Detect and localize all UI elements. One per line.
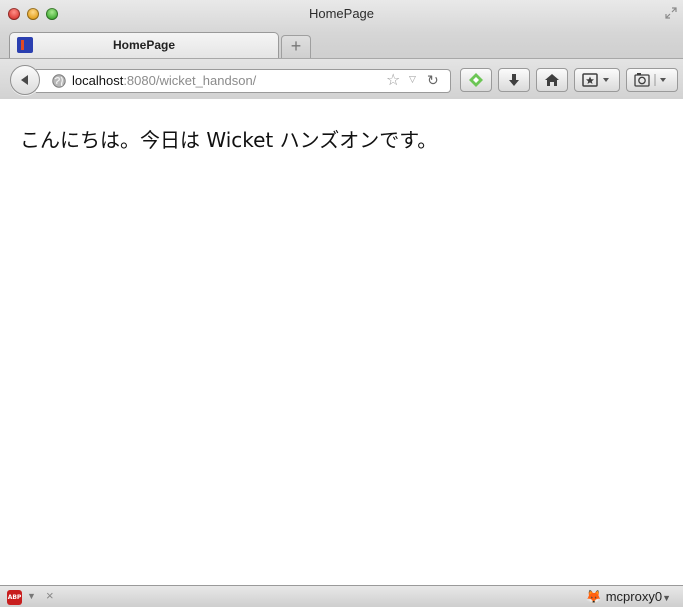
- globe-icon: [52, 74, 66, 88]
- camera-icon: [634, 73, 666, 87]
- back-arrow-icon: [21, 75, 28, 85]
- url-host: localhost: [72, 73, 124, 88]
- proxy-label: mcproxy0: [605, 589, 663, 604]
- browser-window: HomePage HomePage + localhost:8080/wicke…: [0, 0, 683, 607]
- close-add-on-bar-icon[interactable]: ×: [46, 588, 54, 603]
- url-text: localhost:8080/wicket_handson/: [72, 73, 256, 88]
- proxy-selector[interactable]: 🦊 mcproxy0▼: [586, 589, 671, 605]
- url-history-dropdown-icon[interactable]: ▽: [409, 74, 416, 85]
- star-icon[interactable]: ☆: [386, 72, 400, 90]
- fullscreen-icon[interactable]: [665, 7, 677, 19]
- page-content: こんにちは。今日は Wicket ハンズオンです。: [0, 99, 683, 585]
- new-tab-button[interactable]: +: [281, 35, 311, 58]
- greeting-text: こんにちは。今日は Wicket ハンズオンです。: [20, 128, 438, 152]
- reload-icon[interactable]: ↻: [427, 72, 439, 89]
- feedly-icon: [469, 73, 483, 87]
- url-path: :8080/wicket_handson/: [123, 73, 257, 88]
- download-button[interactable]: [498, 68, 530, 92]
- tab-label: HomePage: [112, 38, 176, 52]
- add-on-bar: ABP ▼ × 🦊 mcproxy0▼: [0, 585, 683, 607]
- bookmarks-icon: [582, 73, 609, 87]
- home-button[interactable]: [536, 68, 568, 92]
- window-title: HomePage: [308, 6, 375, 21]
- adblock-dropdown-icon[interactable]: ▼: [27, 591, 36, 601]
- back-button[interactable]: [10, 65, 40, 95]
- bookmarks-button[interactable]: [574, 68, 620, 92]
- proxy-icon: 🦊: [585, 589, 603, 604]
- screenshot-button[interactable]: [626, 68, 678, 92]
- download-icon: [509, 74, 519, 86]
- proxy-dropdown-icon: ▼: [662, 593, 671, 603]
- adblock-plus-icon[interactable]: ABP: [7, 590, 22, 605]
- url-bar[interactable]: localhost:8080/wicket_handson/ ☆ ▽ ↻: [36, 69, 451, 93]
- tab-homepage[interactable]: HomePage: [9, 32, 279, 59]
- feedly-button[interactable]: [460, 68, 492, 92]
- navigation-toolbar: localhost:8080/wicket_handson/ ☆ ▽ ↻: [0, 58, 683, 99]
- home-icon: [545, 74, 559, 86]
